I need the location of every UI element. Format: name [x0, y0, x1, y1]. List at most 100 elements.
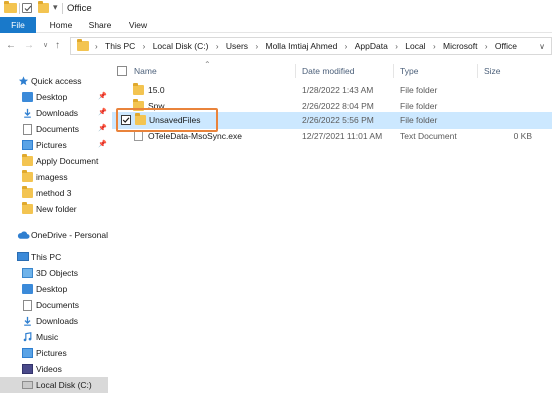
breadcrumb-office[interactable]: Office [495, 38, 517, 54]
column-divider[interactable] [477, 64, 478, 78]
table-row[interactable]: 15.0 1/28/2022 1:43 AM File folder [112, 82, 552, 98]
breadcrumb-local[interactable]: Local [405, 38, 425, 54]
nav-item-imagess[interactable]: imagess [0, 169, 112, 185]
select-all-checkbox[interactable] [117, 66, 127, 76]
nav-item-local-disk[interactable]: Local Disk (C:) [0, 377, 108, 393]
nav-item-label: Documents [36, 124, 79, 134]
drive-icon [22, 381, 33, 389]
chevron-right-icon[interactable]: › [143, 39, 146, 55]
breadcrumb-user[interactable]: Molla Imtiaj Ahmed [265, 38, 337, 54]
breadcrumb: › This PC › Local Disk (C:) › Users › Mo… [95, 38, 517, 54]
column-date-modified[interactable]: Date modified [302, 62, 354, 80]
pictures-icon [22, 140, 33, 150]
folder-icon [22, 202, 33, 214]
column-name[interactable]: Name [134, 62, 157, 80]
pin-icon[interactable]: 📌 [98, 140, 107, 148]
nav-item-pictures[interactable]: Pictures 📌 [0, 137, 112, 153]
tab-home[interactable]: Home [44, 17, 78, 33]
nav-this-pc[interactable]: This PC [0, 249, 112, 265]
column-divider[interactable] [295, 64, 296, 78]
address-bar[interactable]: › This PC › Local Disk (C:) › Users › Mo… [70, 37, 552, 55]
tab-share[interactable]: Share [84, 17, 116, 33]
breadcrumb-users[interactable]: Users [226, 38, 248, 54]
file-size: 0 KB [513, 131, 532, 141]
nav-item-videos[interactable]: Videos [0, 361, 112, 377]
star-icon [18, 76, 29, 86]
nav-item-label: Pictures [36, 348, 67, 358]
column-type[interactable]: Type [400, 62, 418, 80]
table-row[interactable]: OTeleData-MsoSync.exe 12/27/2021 11:01 A… [112, 128, 552, 144]
folder-icon [22, 154, 33, 166]
nav-item-downloads[interactable]: Downloads 📌 [0, 105, 112, 121]
tab-file[interactable]: File [0, 17, 36, 33]
separator [62, 3, 63, 14]
column-divider[interactable] [393, 64, 394, 78]
file-date: 1/28/2022 1:43 AM [302, 85, 374, 95]
file-type: File folder [400, 115, 438, 125]
nav-quick-access[interactable]: Quick access [0, 73, 112, 89]
desktop-icon [22, 92, 33, 102]
chevron-right-icon[interactable]: › [216, 39, 219, 55]
nav-item-label: Pictures [36, 140, 67, 150]
nav-item-label: 3D Objects [36, 268, 79, 278]
quick-access-dropdown-icon[interactable]: ▾ [53, 2, 58, 13]
chevron-right-icon[interactable]: › [345, 39, 348, 55]
nav-item-desktop[interactable]: Desktop [0, 281, 112, 297]
new-folder-icon[interactable] [38, 1, 49, 13]
title-bar: ▾ Office [0, 0, 552, 17]
folder-icon [4, 1, 17, 13]
forward-arrow-icon[interactable]: → [24, 40, 34, 51]
pin-icon[interactable]: 📌 [98, 124, 107, 132]
nav-item-3d-objects[interactable]: 3D Objects [0, 265, 112, 281]
nav-item-label: Videos [36, 364, 62, 374]
pictures-icon [22, 348, 33, 358]
properties-icon[interactable] [22, 3, 32, 13]
documents-icon [23, 124, 32, 135]
cloud-icon [17, 231, 30, 239]
table-row-selected[interactable]: UnsavedFiles 2/26/2022 5:56 PM File fold… [112, 112, 552, 129]
documents-icon [23, 300, 32, 311]
file-type: Text Document [400, 131, 457, 141]
3d-objects-icon [22, 268, 33, 278]
nav-item-apply-document[interactable]: Apply Document [0, 153, 112, 169]
nav-item-pictures[interactable]: Pictures [0, 345, 112, 361]
column-size[interactable]: Size [484, 62, 501, 80]
downloads-icon [24, 316, 31, 326]
address-dropdown-icon[interactable]: ∨ [539, 39, 545, 55]
tab-view[interactable]: View [124, 17, 152, 33]
chevron-right-icon[interactable]: › [433, 39, 436, 55]
folder-icon [135, 113, 146, 125]
nav-item-label: Quick access [31, 76, 82, 86]
nav-onedrive[interactable]: OneDrive - Personal [0, 227, 112, 243]
navigation-pane: Quick access Desktop 📌 Downloads 📌 Docum… [0, 60, 112, 400]
address-row: ← → ∨ ↑ › This PC › Local Disk (C:) › Us… [0, 33, 552, 60]
nav-item-desktop[interactable]: Desktop 📌 [0, 89, 112, 105]
nav-item-method-3[interactable]: method 3 [0, 185, 112, 201]
nav-item-music[interactable]: Music [0, 329, 112, 345]
chevron-right-icon[interactable]: › [95, 39, 98, 55]
nav-item-documents[interactable]: Documents 📌 [0, 121, 112, 137]
chevron-right-icon[interactable]: › [255, 39, 258, 55]
nav-item-documents[interactable]: Documents [0, 297, 112, 313]
nav-item-label: method 3 [36, 188, 72, 198]
breadcrumb-microsoft[interactable]: Microsoft [443, 38, 477, 54]
file-date: 2/26/2022 5:56 PM [302, 115, 374, 125]
up-arrow-icon[interactable]: ↑ [55, 40, 60, 51]
row-checkbox[interactable] [121, 115, 131, 125]
breadcrumb-appdata[interactable]: AppData [355, 38, 388, 54]
nav-item-downloads[interactable]: Downloads [0, 313, 112, 329]
nav-item-new-folder[interactable]: New folder [0, 201, 112, 217]
nav-item-label: Apply Document [36, 156, 99, 166]
breadcrumb-this-pc[interactable]: This PC [105, 38, 135, 54]
recent-locations-dropdown-icon[interactable]: ∨ [43, 41, 48, 49]
back-arrow-icon[interactable]: ← [6, 40, 16, 51]
downloads-icon [24, 108, 31, 118]
file-list: ⌃ Name Date modified Type Size 15.0 1/28… [112, 60, 552, 400]
pin-icon[interactable]: 📌 [98, 92, 107, 100]
pin-icon[interactable]: 📌 [98, 108, 107, 116]
chevron-right-icon[interactable]: › [395, 39, 398, 55]
text-document-icon [134, 131, 143, 141]
nav-item-label: Desktop [36, 92, 68, 102]
chevron-right-icon[interactable]: › [485, 39, 488, 55]
breadcrumb-local-disk[interactable]: Local Disk (C:) [153, 38, 209, 54]
